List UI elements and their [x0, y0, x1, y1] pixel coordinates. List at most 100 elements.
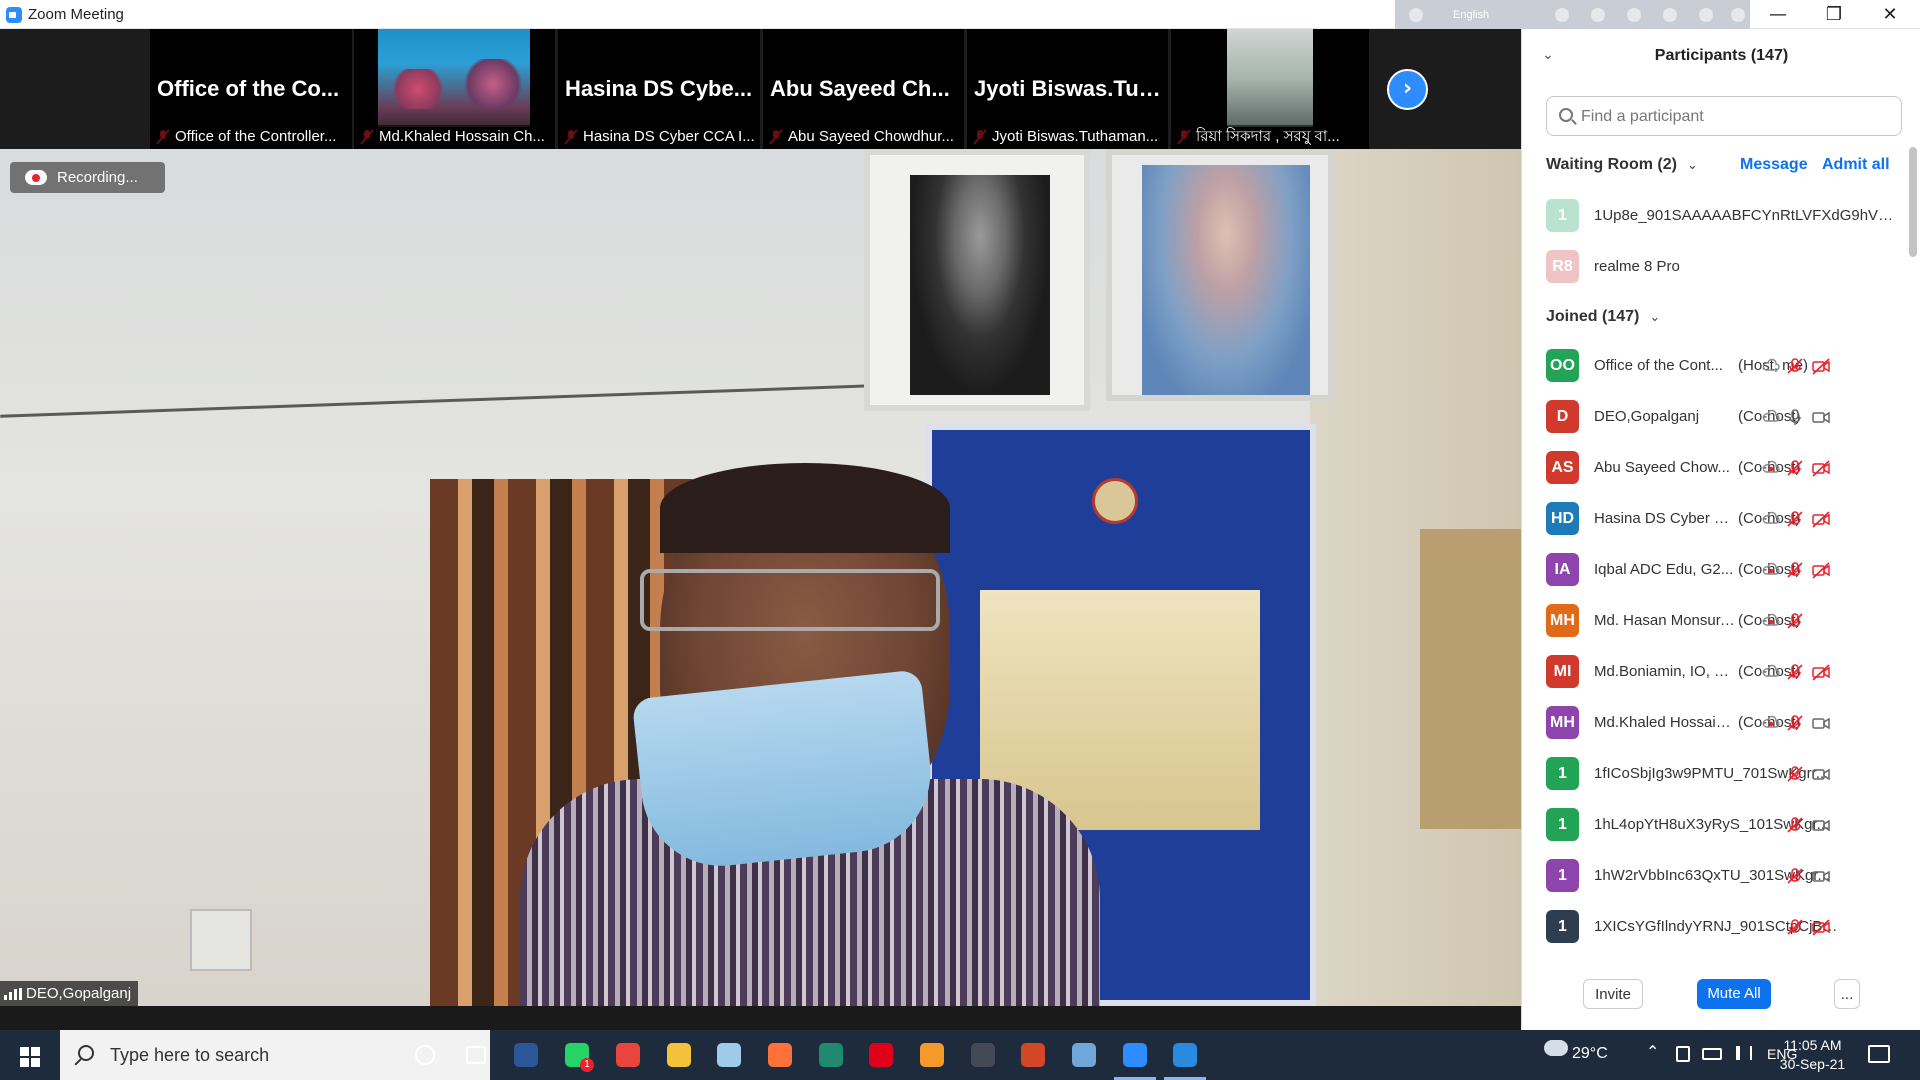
battery-icon[interactable]: [1702, 1048, 1722, 1060]
thumbnail-tile[interactable]: Abu Sayeed Ch... Abu Sayeed Chowdhur...: [763, 29, 964, 149]
restore-button[interactable]: ❐: [1806, 0, 1862, 29]
cloud-record-icon[interactable]: [1762, 459, 1780, 477]
video-icon[interactable]: [1812, 765, 1830, 783]
obs-taskbar-button[interactable]: [958, 1036, 1008, 1074]
ime-brush-icon[interactable]: [1591, 8, 1605, 22]
active-speaker-video[interactable]: [0, 149, 1521, 1006]
recording-indicator[interactable]: Recording...: [10, 162, 165, 193]
ime-help-icon[interactable]: [1699, 8, 1713, 22]
whatsapp-taskbar-button[interactable]: 1: [552, 1036, 602, 1074]
more-button[interactable]: ...: [1834, 979, 1860, 1009]
video-icon[interactable]: [1812, 408, 1830, 426]
muted-mic-icon[interactable]: [1786, 765, 1804, 783]
panel-scrollbar[interactable]: [1909, 147, 1917, 257]
invite-button[interactable]: Invite: [1583, 979, 1643, 1009]
speaker-icon[interactable]: [1736, 1046, 1752, 1060]
muted-mic-icon[interactable]: [1786, 561, 1804, 579]
waiting-participant-row[interactable]: R8 realme 8 Pro: [1546, 250, 1902, 284]
video-icon[interactable]: [1812, 867, 1830, 885]
ime-tool-icon[interactable]: [1555, 8, 1569, 22]
thumbnail-tile[interactable]: রিয়া সিকদার , সরযু বা...: [1171, 29, 1369, 149]
task-view-taskbar-button[interactable]: [451, 1036, 501, 1074]
cloud-record-icon[interactable]: [1762, 561, 1780, 579]
participant-search-input[interactable]: Find a participant: [1546, 96, 1902, 136]
muted-mic-icon[interactable]: [1786, 357, 1804, 375]
message-link[interactable]: Message: [1740, 156, 1808, 174]
file-explorer-taskbar-button[interactable]: [654, 1036, 704, 1074]
participant-row[interactable]: 1 1fICoSbjIg3w9PMTU_701SwKgrr...: [1546, 757, 1902, 791]
muted-mic-icon[interactable]: [1786, 510, 1804, 528]
participant-row[interactable]: 1 1XICsYGfIlndyYRNJ_901SCtpCjBF...: [1546, 910, 1902, 944]
notepad-taskbar-button[interactable]: [704, 1036, 754, 1074]
muted-mic-icon[interactable]: [1786, 612, 1804, 630]
participant-row[interactable]: MHMd. Hasan Monsur, AP ...(Co-host): [1546, 604, 1902, 638]
ime-logo-icon[interactable]: [1409, 8, 1423, 22]
participant-row[interactable]: MI Md.Boniamin, IO, C... (Co-host): [1546, 655, 1902, 689]
thumbnail-tile[interactable]: Hasina DS Cybe... Hasina DS Cyber CCA I.…: [558, 29, 760, 149]
ime-settings-icon[interactable]: [1627, 8, 1641, 22]
ime-edge-icon[interactable]: [1663, 8, 1677, 22]
cloud-icon[interactable]: [1762, 663, 1780, 681]
video-off-icon[interactable]: [1812, 663, 1830, 681]
start-button[interactable]: [0, 1030, 60, 1080]
muted-mic-icon[interactable]: [1786, 816, 1804, 834]
mute-all-button[interactable]: Mute All: [1697, 979, 1771, 1009]
video-off-icon[interactable]: [1812, 459, 1830, 477]
waiting-participant-row[interactable]: 1 1Up8e_901SAAAAABFCYnRtLVFXdG9hV3...: [1546, 199, 1902, 233]
chevron-up-icon[interactable]: ⌃: [1646, 1042, 1659, 1061]
weather-temp[interactable]: 29°C: [1572, 1045, 1608, 1063]
video-off-icon[interactable]: [1812, 918, 1830, 936]
cloud-icon[interactable]: [1762, 510, 1780, 528]
video-icon[interactable]: [1812, 816, 1830, 834]
video-off-icon[interactable]: [1812, 561, 1830, 579]
ime-toolbar[interactable]: English: [1395, 0, 1750, 29]
participant-row[interactable]: IAIqbal ADC Edu, G2...(Co-host): [1546, 553, 1902, 587]
participant-row[interactable]: MHMd.Khaled Hossain...(Co-host): [1546, 706, 1902, 740]
participant-row[interactable]: D DEO,Gopalganj (Co-host): [1546, 400, 1902, 434]
muted-mic-icon[interactable]: [1786, 459, 1804, 477]
cloud-record-icon[interactable]: [1762, 714, 1780, 732]
download-app-taskbar-button[interactable]: [806, 1036, 856, 1074]
app-orange-taskbar-button[interactable]: [907, 1036, 957, 1074]
word-taskbar-button[interactable]: [501, 1036, 551, 1074]
thumbnail-tile[interactable]: Md.Khaled Hossain Ch...: [354, 29, 555, 149]
media-player-taskbar-button[interactable]: [1160, 1036, 1210, 1080]
minimize-button[interactable]: —: [1750, 0, 1806, 29]
zoom-taskbar-button[interactable]: [1110, 1036, 1160, 1080]
notifications-icon[interactable]: [1868, 1045, 1890, 1063]
thumbnail-tile[interactable]: Office of the Co... Office of the Contro…: [150, 29, 352, 149]
participant-row[interactable]: HD Hasina DS Cyber C... (Co-host): [1546, 502, 1902, 536]
cloud-icon[interactable]: [1762, 357, 1780, 375]
thumbnail-tile[interactable]: Jyoti Biswas.Tut... Jyoti Biswas.Tuthama…: [967, 29, 1168, 149]
ime-info-icon[interactable]: [1731, 8, 1745, 22]
participant-row[interactable]: OO Office of the Cont... (Host, me): [1546, 349, 1902, 383]
video-icon[interactable]: [1812, 714, 1830, 732]
cortana-taskbar-button[interactable]: [400, 1036, 450, 1074]
muted-mic-icon[interactable]: [1786, 663, 1804, 681]
joined-header[interactable]: Joined (147) ⌄: [1546, 308, 1660, 326]
muted-mic-icon[interactable]: [1786, 918, 1804, 936]
cloud-icon[interactable]: [1762, 408, 1780, 426]
firefox-taskbar-button[interactable]: [755, 1036, 805, 1074]
video-off-icon[interactable]: [1812, 357, 1830, 375]
participant-row[interactable]: 1 1hL4opYtH8uX3yRyS_101SwKgr...: [1546, 808, 1902, 842]
participant-row[interactable]: 1 1hW2rVbbInc63QxTU_301SwKgr...: [1546, 859, 1902, 893]
admit-all-link[interactable]: Admit all: [1822, 156, 1890, 174]
weather-cloud-icon[interactable]: [1544, 1040, 1568, 1056]
ime-language[interactable]: English: [1453, 9, 1489, 21]
paint-taskbar-button[interactable]: [1059, 1036, 1109, 1074]
chrome-taskbar-button[interactable]: [603, 1036, 653, 1074]
device-icon[interactable]: [1676, 1046, 1690, 1062]
opera-taskbar-button[interactable]: [856, 1036, 906, 1074]
muted-mic-icon[interactable]: [1786, 714, 1804, 732]
cloud-record-icon[interactable]: [1762, 612, 1780, 630]
muted-mic-icon[interactable]: [1786, 867, 1804, 885]
waiting-room-header[interactable]: Waiting Room (2) ⌄: [1546, 156, 1698, 174]
close-button[interactable]: ✕: [1862, 0, 1918, 29]
next-page-button[interactable]: ›: [1387, 69, 1428, 110]
video-off-icon[interactable]: [1812, 510, 1830, 528]
taskbar-clock[interactable]: 11:05 AM 30-Sep-21: [1760, 1036, 1865, 1074]
participant-row[interactable]: ASAbu Sayeed Chow...(Co-host): [1546, 451, 1902, 485]
mic-icon[interactable]: [1786, 408, 1804, 426]
powerpoint-taskbar-button[interactable]: [1008, 1036, 1058, 1074]
